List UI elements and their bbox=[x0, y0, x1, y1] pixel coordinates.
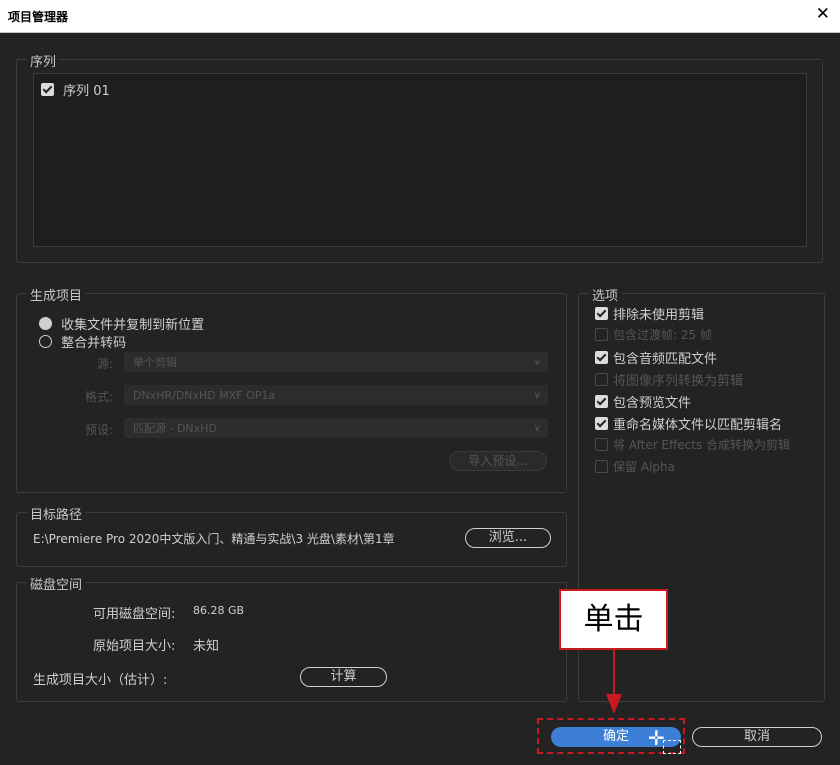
cursor-drag-box-icon bbox=[663, 740, 681, 754]
sequence-checkbox[interactable] bbox=[41, 83, 54, 96]
option-checkbox[interactable] bbox=[595, 351, 608, 364]
option-audio-conform[interactable]: 包含音频匹配文件 bbox=[595, 348, 717, 367]
option-label: 包含预览文件 bbox=[613, 396, 692, 411]
compute-button[interactable]: 计算 bbox=[300, 667, 387, 687]
title-bar: 项目管理器 ✕ bbox=[0, 0, 840, 33]
radio-collect-indicator[interactable] bbox=[39, 317, 52, 330]
option-label: 包含音频匹配文件 bbox=[613, 352, 718, 367]
format-label: 格式: bbox=[84, 390, 113, 404]
source-value: 单个剪辑 bbox=[133, 356, 177, 369]
sequence-item[interactable]: 序列 01 bbox=[41, 80, 110, 99]
radio-consolidate-label: 整合并转码 bbox=[61, 336, 127, 351]
sequence-item-label: 序列 01 bbox=[63, 84, 110, 99]
option-label: 将 After Effects 合成转换为剪辑 bbox=[613, 438, 791, 452]
available-label: 可用磁盘空间: bbox=[93, 607, 176, 622]
browse-button[interactable]: 浏览... bbox=[465, 528, 551, 548]
generate-group: 生成项目 收集文件并复制到新位置 整合并转码 源: 单个剪辑 ∨ 格式: DNx… bbox=[16, 285, 567, 493]
sequence-list: 序列 01 bbox=[33, 73, 807, 247]
option-handle-frames[interactable]: 包含过渡帧: 25 帧 bbox=[595, 326, 712, 343]
option-checkbox[interactable] bbox=[595, 373, 608, 386]
available-value: 86.28 GB bbox=[193, 604, 245, 617]
chevron-down-icon: ∨ bbox=[533, 423, 541, 434]
option-preview-files[interactable]: 包含预览文件 bbox=[595, 392, 691, 411]
callout-line bbox=[613, 650, 615, 696]
chevron-down-icon: ∨ bbox=[533, 357, 541, 368]
window-title: 项目管理器 bbox=[8, 10, 69, 24]
option-checkbox[interactable] bbox=[595, 328, 608, 341]
import-preset-button[interactable]: 导入预设... bbox=[449, 451, 547, 471]
format-select[interactable]: DNxHR/DNxHD MXF OP1a ∨ bbox=[124, 385, 548, 405]
source-select[interactable]: 单个剪辑 ∨ bbox=[124, 352, 548, 372]
option-rename-media[interactable]: 重命名媒体文件以匹配剪辑名 bbox=[595, 414, 782, 433]
disk-group: 磁盘空间 可用磁盘空间: 86.28 GB 原始项目大小: 未知 生成项目大小（… bbox=[16, 574, 567, 702]
cancel-button[interactable]: 取消 bbox=[692, 727, 822, 747]
option-checkbox[interactable] bbox=[595, 460, 608, 473]
option-label: 包含过渡帧: 25 帧 bbox=[613, 328, 712, 342]
sequence-group: 序列 序列 01 bbox=[16, 51, 823, 263]
close-icon[interactable]: ✕ bbox=[816, 4, 830, 24]
source-label: 源: bbox=[96, 357, 113, 371]
estimate-label: 生成项目大小（估计）: bbox=[33, 673, 168, 688]
preset-label: 预设: bbox=[84, 423, 113, 437]
option-label: 将图像序列转换为剪辑 bbox=[613, 374, 744, 389]
preset-value: 匹配源 - DNxHD bbox=[133, 422, 217, 435]
option-checkbox[interactable] bbox=[595, 438, 608, 451]
destination-legend: 目标路径 bbox=[27, 504, 86, 523]
option-label: 保留 Alpha bbox=[613, 460, 675, 474]
click-callout: 单击 bbox=[559, 589, 668, 650]
radio-consolidate[interactable]: 整合并转码 bbox=[39, 332, 126, 351]
radio-collect[interactable]: 收集文件并复制到新位置 bbox=[39, 314, 204, 333]
original-size-label: 原始项目大小: bbox=[93, 639, 176, 654]
original-size-value: 未知 bbox=[193, 639, 220, 654]
option-checkbox[interactable] bbox=[595, 395, 608, 408]
destination-path: E:\Premiere Pro 2020中文版入门、精通与实战\3 光盘\素材\… bbox=[33, 532, 395, 546]
destination-group: 目标路径 E:\Premiere Pro 2020中文版入门、精通与实战\3 光… bbox=[16, 504, 567, 567]
arrow-down-icon bbox=[606, 694, 622, 714]
option-after-effects[interactable]: 将 After Effects 合成转换为剪辑 bbox=[595, 436, 790, 453]
option-preserve-alpha[interactable]: 保留 Alpha bbox=[595, 458, 675, 475]
radio-consolidate-indicator[interactable] bbox=[39, 335, 52, 348]
option-label: 排除未使用剪辑 bbox=[613, 308, 705, 323]
format-value: DNxHR/DNxHD MXF OP1a bbox=[133, 389, 276, 402]
chevron-down-icon: ∨ bbox=[533, 390, 541, 401]
options-legend: 选项 bbox=[589, 285, 622, 304]
generate-legend: 生成项目 bbox=[27, 285, 86, 304]
preset-select[interactable]: 匹配源 - DNxHD ∨ bbox=[124, 418, 548, 438]
disk-legend: 磁盘空间 bbox=[27, 574, 86, 593]
option-exclude-unused[interactable]: 排除未使用剪辑 bbox=[595, 304, 704, 323]
option-label: 重命名媒体文件以匹配剪辑名 bbox=[613, 418, 783, 433]
sequence-legend: 序列 bbox=[27, 51, 60, 70]
radio-collect-label: 收集文件并复制到新位置 bbox=[61, 318, 205, 333]
option-image-sequence[interactable]: 将图像序列转换为剪辑 bbox=[595, 370, 743, 389]
option-checkbox[interactable] bbox=[595, 417, 608, 430]
option-checkbox[interactable] bbox=[595, 307, 608, 320]
